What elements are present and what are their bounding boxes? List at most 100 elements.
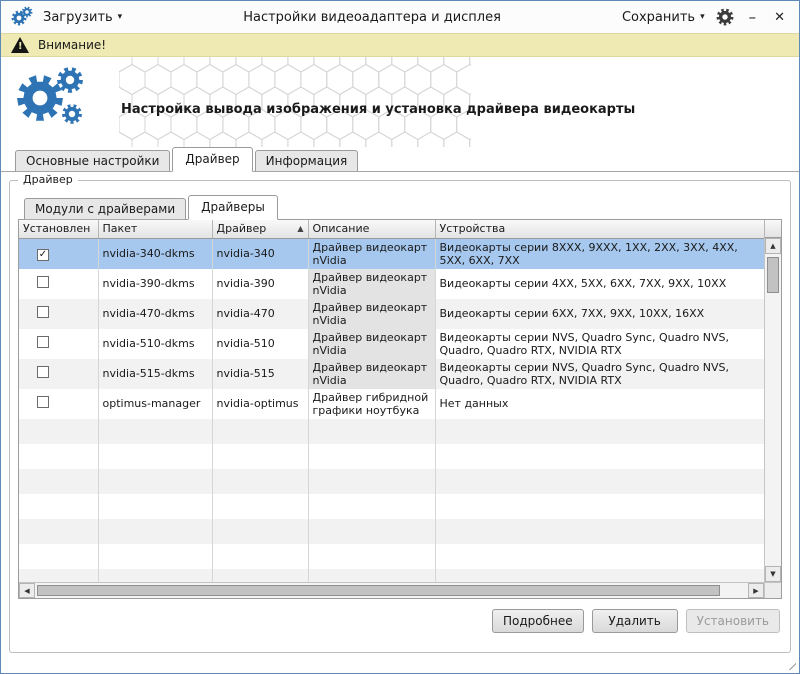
package-cell[interactable]: nvidia-515-dkms xyxy=(98,359,212,389)
sub-tab-bar: Модули с драйверами Драйверы xyxy=(18,195,782,220)
table-header-row: Установлен Пакет Драйвер▲ Описание Устро… xyxy=(19,220,764,238)
empty-row xyxy=(19,544,764,569)
devices-cell[interactable]: Видеокарты серии NVS, Quadro Sync, Quadr… xyxy=(435,359,764,389)
table-row[interactable]: nvidia-390-dkmsnvidia-390Драйвер видеока… xyxy=(19,269,764,299)
subtab-driver-modules[interactable]: Модули с драйверами xyxy=(24,198,186,220)
devices-cell[interactable]: Видеокарты серии 4XX, 5XX, 6XX, 7XX, 9XX… xyxy=(435,269,764,299)
save-button-label: Сохранить xyxy=(622,10,695,25)
scroll-right-button[interactable]: ▶ xyxy=(748,583,764,598)
checkbox-unchecked[interactable] xyxy=(37,366,49,378)
vertical-scroll-thumb[interactable] xyxy=(767,257,779,293)
driver-groupbox: Драйвер Модули с драйверами Драйверы Уст… xyxy=(9,180,791,653)
installed-cell xyxy=(19,359,98,389)
vertical-scrollbar[interactable]: ▲ ▼ xyxy=(764,238,781,582)
driver-cell[interactable]: nvidia-470 xyxy=(212,299,308,329)
package-cell[interactable]: nvidia-340-dkms xyxy=(98,238,212,269)
settings-gear-icon[interactable] xyxy=(715,7,735,27)
close-button[interactable]: ✕ xyxy=(770,10,789,25)
chevron-down-icon: ▾ xyxy=(118,12,123,22)
devices-cell[interactable]: Видеокарты серии 8XXX, 9XXX, 1XX, 2XX, 3… xyxy=(435,238,764,269)
window: Загрузить ▾ Настройки видеоадаптера и ди… xyxy=(0,0,800,674)
horizontal-scrollbar[interactable]: ◀ ▶ xyxy=(19,582,764,598)
devices-cell[interactable]: Нет данных xyxy=(435,389,764,419)
window-title: Настройки видеоадаптера и дисплея xyxy=(132,10,612,25)
empty-row xyxy=(19,569,764,583)
checkbox-unchecked[interactable] xyxy=(37,276,49,288)
description-cell[interactable]: Драйвер гибридной графики ноутбука xyxy=(308,389,435,419)
tab-driver[interactable]: Драйвер xyxy=(172,147,252,172)
description-cell[interactable]: Драйвер видеокарт nVidia xyxy=(308,359,435,389)
driver-table-area: Установлен Пакет Драйвер▲ Описание Устро… xyxy=(18,219,782,599)
table-row[interactable]: nvidia-470-dkmsnvidia-470Драйвер видеока… xyxy=(19,299,764,329)
install-button[interactable]: Установить xyxy=(686,609,780,633)
tab-pane: Драйвер Модули с драйверами Драйверы Уст… xyxy=(1,171,799,657)
package-cell[interactable]: nvidia-470-dkms xyxy=(98,299,212,329)
titlebar: Загрузить ▾ Настройки видеоадаптера и ди… xyxy=(1,1,799,33)
resize-grip-icon[interactable] xyxy=(784,658,796,670)
devices-cell[interactable]: Видеокарты серии NVS, Quadro Sync, Quadr… xyxy=(435,329,764,359)
column-header-package[interactable]: Пакет xyxy=(98,220,212,238)
description-cell[interactable]: Драйвер видеокарт nVidia xyxy=(308,299,435,329)
column-header-installed[interactable]: Установлен xyxy=(19,220,98,238)
scroll-down-button[interactable]: ▼ xyxy=(765,566,781,582)
tab-information[interactable]: Информация xyxy=(255,150,359,172)
page-subtitle: Настройка вывода изображения и установка… xyxy=(121,102,635,117)
minimize-button[interactable]: – xyxy=(745,8,761,26)
driver-cell[interactable]: nvidia-340 xyxy=(212,238,308,269)
horizontal-scroll-thumb[interactable] xyxy=(37,585,720,596)
column-header-driver[interactable]: Драйвер▲ xyxy=(212,220,308,238)
driver-table-body: ✓nvidia-340-dkmsnvidia-340Драйвер видеок… xyxy=(19,238,764,582)
action-button-row: Подробнее Удалить Установить xyxy=(18,609,782,633)
subtab-drivers[interactable]: Драйверы xyxy=(188,195,278,220)
driver-cell[interactable]: nvidia-390 xyxy=(212,269,308,299)
installed-cell xyxy=(19,269,98,299)
package-cell[interactable]: nvidia-390-dkms xyxy=(98,269,212,299)
scroll-corner xyxy=(764,582,781,598)
empty-row xyxy=(19,494,764,519)
table-row[interactable]: nvidia-515-dkmsnvidia-515Драйвер видеока… xyxy=(19,359,764,389)
empty-row xyxy=(19,419,764,444)
warning-icon: ! xyxy=(11,37,29,53)
driver-cell[interactable]: nvidia-510 xyxy=(212,329,308,359)
empty-row xyxy=(19,444,764,469)
empty-row xyxy=(19,519,764,544)
table-row[interactable]: ✓ nvidia-340-dkmsnvidia-340Драйвер видеок… xyxy=(19,238,764,269)
checkbox-checked[interactable]: ✓ xyxy=(37,249,49,261)
checkbox-unchecked[interactable] xyxy=(37,396,49,408)
scroll-left-button[interactable]: ◀ xyxy=(19,583,35,598)
warning-text: Внимание! xyxy=(38,38,106,52)
installed-cell xyxy=(19,299,98,329)
devices-cell[interactable]: Видеокарты серии 6XX, 7XX, 9XX, 10XX, 16… xyxy=(435,299,764,329)
status-bar xyxy=(1,657,799,673)
header-corner xyxy=(764,220,781,238)
column-header-description[interactable]: Описание xyxy=(308,220,435,238)
header-banner: Настройка вывода изображения и установка… xyxy=(1,57,799,147)
driver-cell[interactable]: nvidia-515 xyxy=(212,359,308,389)
description-cell[interactable]: Драйвер видеокарт nVidia xyxy=(308,238,435,269)
warning-banner: ! Внимание! xyxy=(1,33,799,57)
driver-table: Установлен Пакет Драйвер▲ Описание Устро… xyxy=(19,220,764,582)
details-button[interactable]: Подробнее xyxy=(492,609,584,633)
checkbox-unchecked[interactable] xyxy=(37,306,49,318)
save-button[interactable]: Сохранить ▾ xyxy=(622,10,705,25)
groupbox-title: Драйвер xyxy=(18,173,78,186)
chevron-down-icon: ▾ xyxy=(700,12,705,22)
app-gears-large-icon xyxy=(13,65,89,139)
scroll-up-button[interactable]: ▲ xyxy=(765,238,781,254)
installed-cell: ✓ xyxy=(19,238,98,269)
installed-cell xyxy=(19,329,98,359)
description-cell[interactable]: Драйвер видеокарт nVidia xyxy=(308,329,435,359)
table-row[interactable]: optimus-managernvidia-optimusДрайвер гиб… xyxy=(19,389,764,419)
installed-cell xyxy=(19,389,98,419)
checkbox-unchecked[interactable] xyxy=(37,336,49,348)
package-cell[interactable]: optimus-manager xyxy=(98,389,212,419)
description-cell[interactable]: Драйвер видеокарт nVidia xyxy=(308,269,435,299)
column-header-devices[interactable]: Устройства xyxy=(435,220,764,238)
load-button[interactable]: Загрузить ▾ xyxy=(43,10,122,25)
remove-button[interactable]: Удалить xyxy=(592,609,678,633)
table-row[interactable]: nvidia-510-dkmsnvidia-510Драйвер видеока… xyxy=(19,329,764,359)
tab-basic-settings[interactable]: Основные настройки xyxy=(15,150,170,172)
package-cell[interactable]: nvidia-510-dkms xyxy=(98,329,212,359)
driver-cell[interactable]: nvidia-optimus xyxy=(212,389,308,419)
load-button-label: Загрузить xyxy=(43,10,113,25)
